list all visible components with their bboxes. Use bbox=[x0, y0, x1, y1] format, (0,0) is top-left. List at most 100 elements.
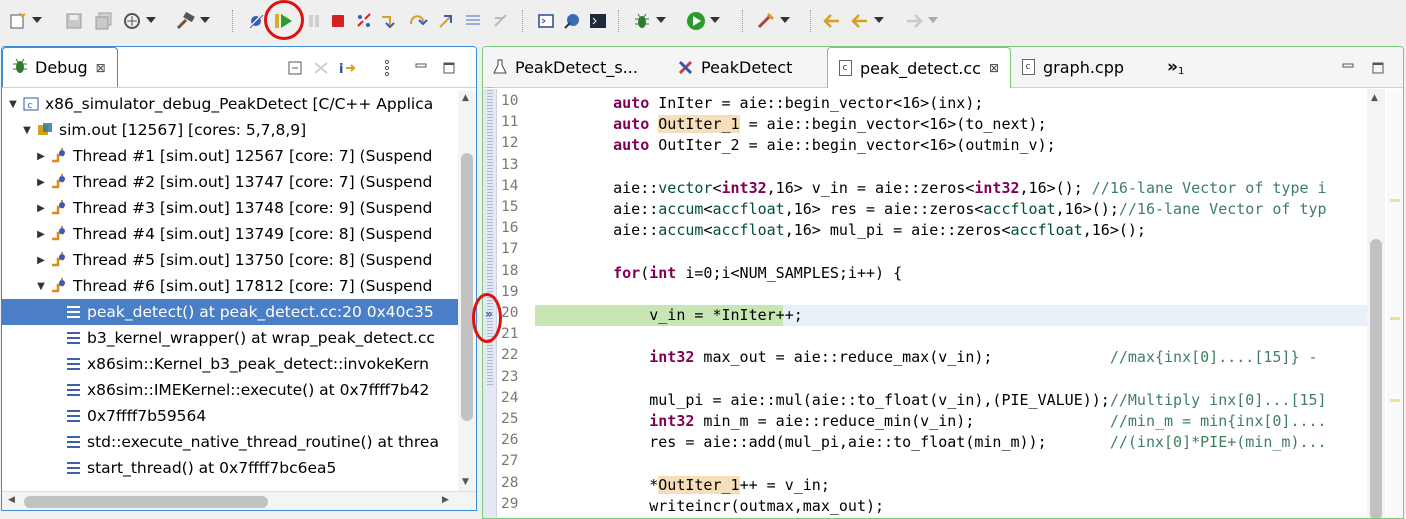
horizontal-scrollbar[interactable]: ◀ ▶ bbox=[2, 491, 476, 510]
expanded-twisty-icon[interactable]: ▼ bbox=[22, 125, 32, 136]
suspend-icon[interactable] bbox=[304, 11, 324, 31]
collapsed-twisty-icon[interactable]: ▶ bbox=[36, 203, 46, 214]
scroll-up-icon[interactable]: ▲ bbox=[462, 93, 469, 103]
code-line[interactable]: int32 max_out = aie::reduce_max(v_in); /… bbox=[535, 347, 1367, 368]
minimize-icon[interactable] bbox=[412, 59, 430, 77]
expanded-twisty-icon[interactable]: ▼ bbox=[36, 281, 46, 292]
stack-frame-row[interactable]: x86sim::IMEKernel::execute() at 0x7ffff7… bbox=[2, 377, 458, 403]
thread-row[interactable]: ▶ Thread #3 [sim.out] 13748 [core: 9] (Su… bbox=[2, 195, 458, 221]
thread-row[interactable]: ▶ Thread #4 [sim.out] 13749 [core: 8] (Su… bbox=[2, 221, 458, 247]
save-icon[interactable] bbox=[64, 11, 84, 31]
code-line[interactable] bbox=[535, 369, 1367, 390]
code-line[interactable]: aie::accum<accfloat,16> mul_pi = aie::ze… bbox=[535, 220, 1367, 241]
tab-debug[interactable]: Debug ⊠ bbox=[2, 47, 118, 87]
drop-to-frame-icon[interactable] bbox=[464, 11, 484, 31]
stack-frame-row[interactable]: b3_kernel_wrapper() at wrap_peak_detect.… bbox=[2, 325, 458, 351]
thread-row[interactable]: ▶ Thread #2 [sim.out] 13747 [core: 7] (Su… bbox=[2, 169, 458, 195]
code-line[interactable] bbox=[535, 326, 1367, 347]
overview-mark[interactable] bbox=[1390, 399, 1400, 402]
expanded-twisty-icon[interactable]: ▼ bbox=[8, 99, 18, 110]
code-line[interactable]: mul_pi = aie::mul(aie::to_float(v_in),(P… bbox=[535, 390, 1367, 411]
collapse-all-icon[interactable] bbox=[286, 59, 304, 77]
scroll-up-icon[interactable]: ▲ bbox=[1371, 93, 1378, 103]
code-text: int32 min_m = aie::reduce_min(v_in); //m… bbox=[649, 412, 1327, 430]
build-icon[interactable] bbox=[176, 11, 210, 31]
code-line[interactable] bbox=[535, 241, 1367, 262]
forward-icon[interactable] bbox=[904, 11, 938, 31]
scrollbar-thumb[interactable] bbox=[1370, 239, 1382, 518]
thread-row[interactable]: ▼ Thread #6 [sim.out] 17812 [core: 7] (Su… bbox=[2, 273, 458, 299]
current-code-line[interactable]: v_in = *InIter++; bbox=[535, 305, 1367, 326]
view-menu-icon[interactable] bbox=[378, 59, 396, 77]
code-line[interactable]: auto OutIter_2 = aie::begin_vector<16>(o… bbox=[535, 135, 1367, 156]
scrollbar-thumb[interactable] bbox=[24, 496, 268, 508]
open-perspective-icon[interactable] bbox=[562, 11, 582, 31]
vertical-scrollbar[interactable]: ▲ ▼ bbox=[458, 91, 476, 491]
back-icon[interactable] bbox=[850, 11, 884, 31]
maximize-icon[interactable] bbox=[1369, 59, 1387, 77]
stack-frame-row[interactable]: peak_detect() at peak_detect.cc:20 0x40c… bbox=[2, 299, 458, 325]
code-line[interactable]: writeincr(outmax,max_out); bbox=[535, 496, 1367, 517]
terminate-icon[interactable] bbox=[328, 11, 348, 31]
tab-label: PeakDetect_s... bbox=[515, 57, 638, 77]
debug-icon[interactable] bbox=[632, 11, 666, 31]
disconnect-icon[interactable] bbox=[354, 11, 374, 31]
close-icon[interactable]: ⊠ bbox=[96, 61, 106, 75]
previous-edit-icon[interactable] bbox=[822, 11, 842, 31]
overview-mark[interactable] bbox=[1390, 199, 1400, 202]
new-icon[interactable] bbox=[8, 11, 42, 31]
skip-breakpoints-icon[interactable] bbox=[246, 11, 266, 31]
step-into-icon[interactable] bbox=[380, 11, 400, 31]
maximize-icon[interactable] bbox=[440, 59, 458, 77]
code-line[interactable] bbox=[535, 284, 1367, 305]
instruction-step-icon[interactable] bbox=[492, 11, 512, 31]
overview-ruler[interactable] bbox=[1387, 89, 1403, 518]
build-all-icon[interactable] bbox=[122, 11, 156, 31]
scrollbar-thumb[interactable] bbox=[461, 153, 473, 421]
thread-row[interactable]: ▶ Thread #1 [sim.out] 12567 [core: 7] (Su… bbox=[2, 143, 458, 169]
collapsed-twisty-icon[interactable]: ▶ bbox=[36, 177, 46, 188]
step-return-icon[interactable] bbox=[436, 11, 456, 31]
tree-row[interactable]: ▼ c x86_simulator_debug_PeakDetect [C/C++ … bbox=[2, 91, 458, 117]
minimize-icon[interactable] bbox=[1339, 59, 1357, 77]
remove-terminated-icon[interactable] bbox=[312, 59, 330, 77]
save-all-icon[interactable] bbox=[94, 11, 114, 31]
code-line[interactable] bbox=[535, 453, 1367, 474]
code-line[interactable]: int32 min_m = aie::reduce_min(v_in); //m… bbox=[535, 411, 1367, 432]
scroll-down-icon[interactable]: ▼ bbox=[462, 477, 469, 487]
vertical-scrollbar[interactable]: ▲ bbox=[1367, 89, 1385, 518]
stack-frame-row[interactable]: std::execute_native_thread_routine() at … bbox=[2, 429, 458, 455]
code-line[interactable]: res = aie::add(mul_pi,aie::to_float(min_… bbox=[535, 432, 1367, 453]
code-area[interactable]: auto InIter = aie::begin_vector<16>(inx)… bbox=[535, 89, 1367, 518]
stack-frame-row[interactable]: 0x7ffff7b59564 bbox=[2, 403, 458, 429]
code-line[interactable] bbox=[535, 157, 1367, 178]
code-line[interactable]: auto InIter = aie::begin_vector<16>(inx)… bbox=[535, 93, 1367, 114]
scroll-right-icon[interactable]: ▶ bbox=[442, 495, 449, 505]
code-line[interactable]: auto OutIter_1 = aie::begin_vector<16>(t… bbox=[535, 114, 1367, 135]
thread-row[interactable]: ▶ Thread #5 [sim.out] 13750 [core: 8] (Su… bbox=[2, 247, 458, 273]
tab-graph-cpp[interactable]: c graph.cpp bbox=[1019, 47, 1124, 87]
scroll-left-icon[interactable]: ◀ bbox=[8, 495, 15, 505]
stack-frame-row[interactable]: x86sim::Kernel_b3_peak_detect::invokeKer… bbox=[2, 351, 458, 377]
tab-overflow-button[interactable]: » 1 bbox=[1167, 47, 1184, 87]
terminal-icon[interactable] bbox=[588, 11, 608, 31]
step-into-selection-icon[interactable]: i bbox=[338, 59, 356, 77]
tree-row[interactable]: ▼ sim.out [12567] [cores: 5,7,8,9] bbox=[2, 117, 458, 143]
open-console-icon[interactable] bbox=[536, 11, 556, 31]
overview-mark[interactable] bbox=[1390, 317, 1400, 320]
collapsed-twisty-icon[interactable]: ▶ bbox=[36, 229, 46, 240]
code-line[interactable]: *OutIter_1++ = v_in; bbox=[535, 475, 1367, 496]
code-line[interactable]: for(int i=0;i<NUM_SAMPLES;i++) { bbox=[535, 263, 1367, 284]
collapsed-twisty-icon[interactable]: ▶ bbox=[36, 151, 46, 162]
tab-peakdetect-settings[interactable]: PeakDetect_s... bbox=[491, 47, 638, 87]
tab-peakdetect[interactable]: PeakDetect bbox=[677, 47, 792, 87]
code-line[interactable]: aie::vector<int32,16> v_in = aie::zeros<… bbox=[535, 178, 1367, 199]
tab-peak-detect-cc[interactable]: c peak_detect.cc ⊠ bbox=[827, 47, 1011, 88]
close-icon[interactable]: ⊠ bbox=[989, 61, 999, 75]
stack-frame-row[interactable]: start_thread() at 0x7ffff7bc6ea5 bbox=[2, 455, 458, 481]
step-over-icon[interactable] bbox=[408, 11, 428, 31]
collapsed-twisty-icon[interactable]: ▶ bbox=[36, 255, 46, 266]
code-line[interactable]: aie::accum<accfloat,16> res = aie::zeros… bbox=[535, 199, 1367, 220]
external-tools-icon[interactable] bbox=[756, 11, 790, 31]
run-icon[interactable] bbox=[686, 11, 720, 31]
